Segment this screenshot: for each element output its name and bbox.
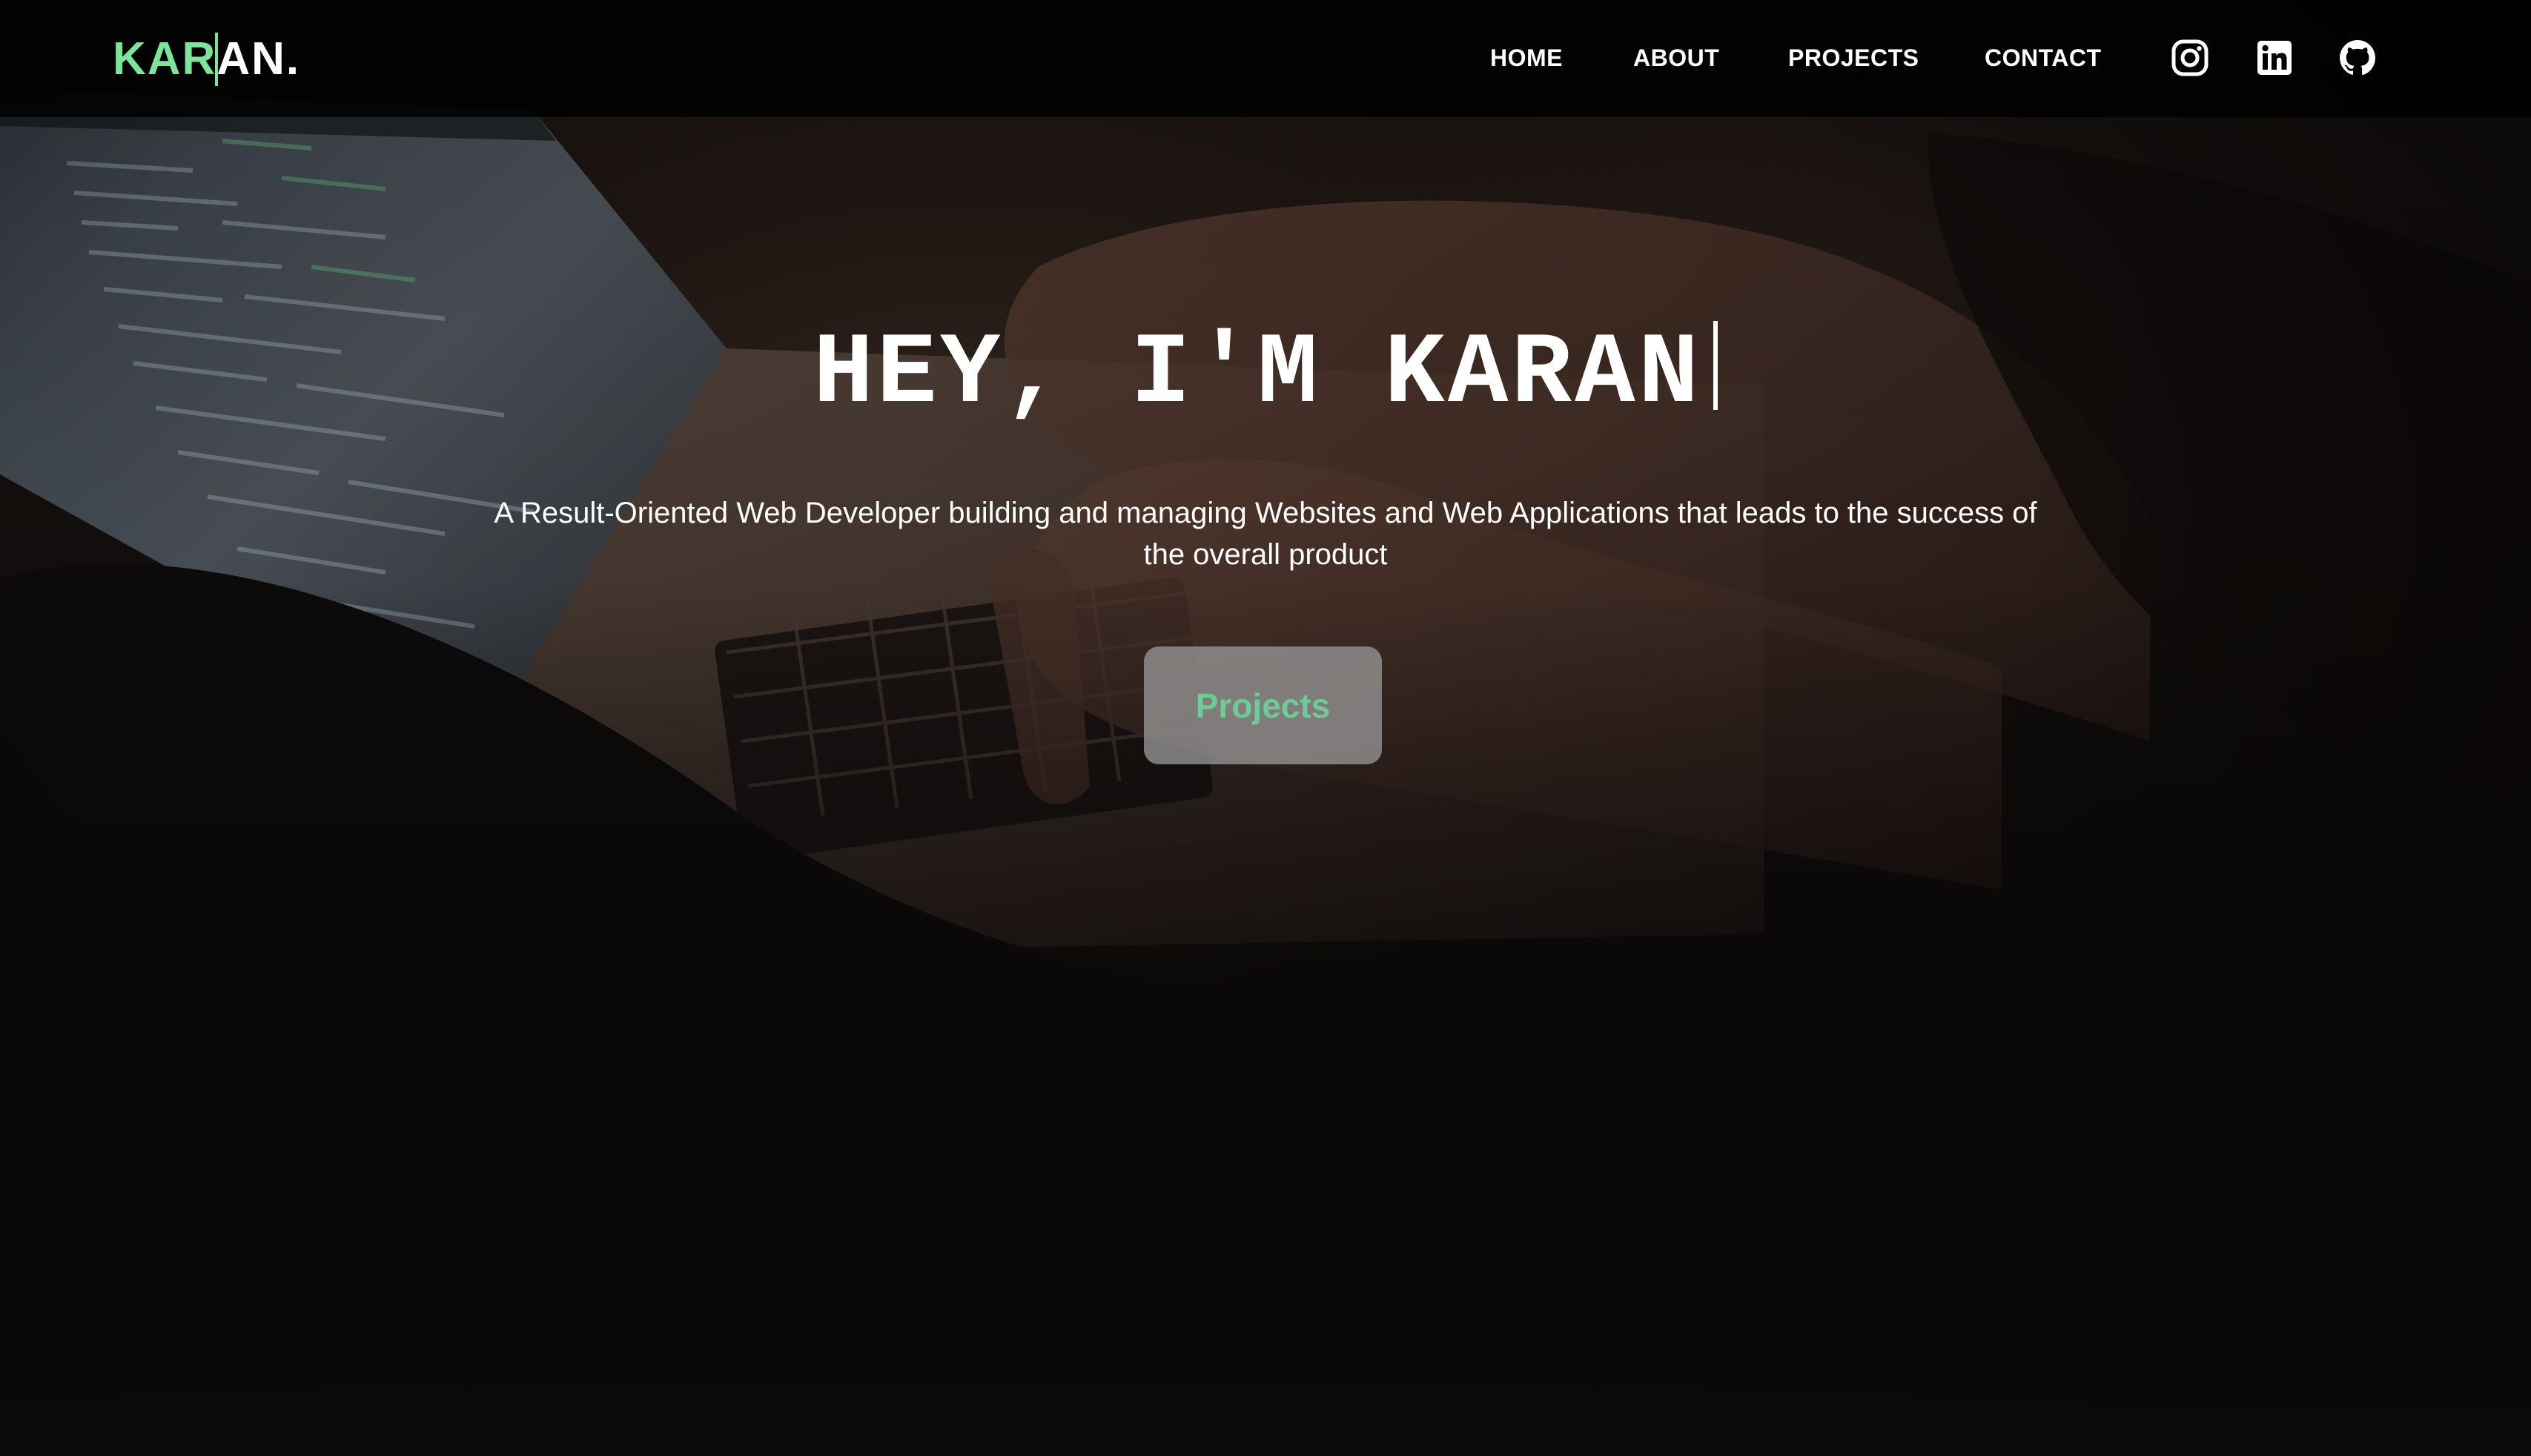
nav-link-projects[interactable]: PROJECTS (1788, 40, 1919, 76)
projects-button[interactable]: Projects (1144, 646, 1382, 764)
nav-link-home[interactable]: HOME (1490, 40, 1563, 76)
top-navbar: KAR A N. HOME ABOUT PROJECTS CONTACT (0, 0, 2531, 117)
hero-subtitle: A Result-Oriented Web Developer building… (494, 497, 2037, 571)
nav-link-about[interactable]: ABOUT (1633, 40, 1719, 76)
github-icon (2340, 40, 2375, 76)
typing-caret (1713, 321, 1718, 410)
github-link[interactable] (2337, 37, 2378, 79)
logo-text-white: N. (251, 33, 301, 85)
instagram-link[interactable] (2169, 37, 2211, 79)
logo-text-white-a: A (216, 33, 252, 85)
hero-title: HEY, I'M KARAN (0, 319, 2531, 430)
instagram-icon (2171, 39, 2209, 76)
logo-text-green: KAR (113, 33, 217, 85)
site-logo[interactable]: KAR A N. (113, 33, 300, 86)
nav-link-contact[interactable]: CONTACT (1985, 40, 2102, 76)
logo-typing-cursor (215, 33, 219, 86)
hero-title-text: HEY, I'M KARAN (813, 317, 1702, 431)
linkedin-link[interactable] (2254, 37, 2295, 79)
linkedin-icon (2257, 41, 2292, 75)
